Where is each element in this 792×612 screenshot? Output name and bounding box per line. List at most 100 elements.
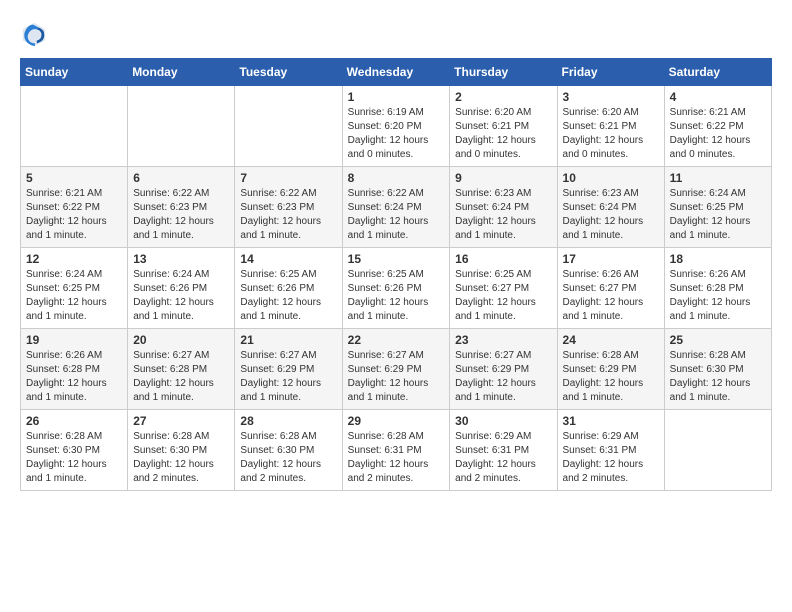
calendar-cell: 20Sunrise: 6:27 AM Sunset: 6:28 PM Dayli…	[128, 329, 235, 410]
calendar-cell: 10 Sunrise: 6:23 AM Sunset: 6:24 PM Dayli…	[557, 167, 664, 248]
day-info: Sunrise: 6:22 AM Sunset: 6:24 PM Dayligh…	[348, 187, 445, 243]
day-info: Sunrise: 6:20 AM Sunset: 6:21 PM Dayligh…	[563, 106, 659, 162]
day-number: 6	[133, 171, 229, 185]
calendar-cell: 17 Sunrise: 6:26 AM Sunset: 6:27 PM Dayli…	[557, 248, 664, 329]
day-number: 12	[26, 252, 122, 266]
calendar-cell	[21, 86, 128, 167]
day-number: 3	[563, 90, 659, 104]
calendar-table: SundayMondayTuesdayWednesdayThursdayFrid…	[20, 58, 772, 491]
calendar-cell: 23Sunrise: 6:27 AM Sunset: 6:29 PM Dayli…	[450, 329, 557, 410]
day-number: 11	[670, 171, 766, 185]
day-info: Sunrise: 6:26 AM Sunset: 6:27 PM Dayligh…	[563, 268, 659, 324]
calendar-cell: 21 Sunrise: 6:27 AM Sunset: 6:29 PM Dayli…	[235, 329, 342, 410]
day-number: 16	[455, 252, 551, 266]
calendar-header-row: SundayMondayTuesdayWednesdayThursdayFrid…	[21, 59, 772, 86]
day-info: Sunrise: 6:28 AM Sunset: 6:30 PM Dayligh…	[670, 349, 766, 405]
day-info: Sunrise: 6:29 AM Sunset: 6:31 PM Dayligh…	[455, 430, 551, 486]
day-info: Sunrise: 6:28 AM Sunset: 6:31 PM Dayligh…	[348, 430, 445, 486]
day-number: 18	[670, 252, 766, 266]
day-number: 28	[240, 414, 336, 428]
calendar-cell: 30 Sunrise: 6:29 AM Sunset: 6:31 PM Dayli…	[450, 410, 557, 491]
weekday-header: Monday	[128, 59, 235, 86]
calendar-cell	[664, 410, 771, 491]
day-info: Sunrise: 6:25 AM Sunset: 6:26 PM Dayligh…	[240, 268, 336, 324]
day-number: 5	[26, 171, 122, 185]
day-info: Sunrise: 6:21 AM Sunset: 6:22 PM Dayligh…	[670, 106, 766, 162]
calendar-cell: 29Sunrise: 6:28 AM Sunset: 6:31 PM Dayli…	[342, 410, 450, 491]
calendar-cell: 3 Sunrise: 6:20 AM Sunset: 6:21 PM Daylig…	[557, 86, 664, 167]
day-number: 2	[455, 90, 551, 104]
calendar-week-row: 12 Sunrise: 6:24 AM Sunset: 6:25 PM Dayli…	[21, 248, 772, 329]
calendar-cell: 26 Sunrise: 6:28 AM Sunset: 6:30 PM Dayli…	[21, 410, 128, 491]
day-info: Sunrise: 6:24 AM Sunset: 6:25 PM Dayligh…	[670, 187, 766, 243]
calendar-cell: 13 Sunrise: 6:24 AM Sunset: 6:26 PM Dayli…	[128, 248, 235, 329]
day-info: Sunrise: 6:28 AM Sunset: 6:30 PM Dayligh…	[133, 430, 229, 486]
day-info: Sunrise: 6:19 AM Sunset: 6:20 PM Dayligh…	[348, 106, 445, 162]
day-info: Sunrise: 6:23 AM Sunset: 6:24 PM Dayligh…	[455, 187, 551, 243]
day-info: Sunrise: 6:26 AM Sunset: 6:28 PM Dayligh…	[26, 349, 122, 405]
day-number: 17	[563, 252, 659, 266]
calendar-cell: 19 Sunrise: 6:26 AM Sunset: 6:28 PM Dayli…	[21, 329, 128, 410]
day-info: Sunrise: 6:25 AM Sunset: 6:27 PM Dayligh…	[455, 268, 551, 324]
day-info: Sunrise: 6:27 AM Sunset: 6:29 PM Dayligh…	[348, 349, 445, 405]
calendar-cell: 1 Sunrise: 6:19 AM Sunset: 6:20 PM Daylig…	[342, 86, 450, 167]
day-number: 21	[240, 333, 336, 347]
weekday-header: Saturday	[664, 59, 771, 86]
day-number: 4	[670, 90, 766, 104]
calendar-cell: 7 Sunrise: 6:22 AM Sunset: 6:23 PM Daylig…	[235, 167, 342, 248]
calendar-week-row: 1 Sunrise: 6:19 AM Sunset: 6:20 PM Daylig…	[21, 86, 772, 167]
calendar-cell: 9 Sunrise: 6:23 AM Sunset: 6:24 PM Daylig…	[450, 167, 557, 248]
day-number: 8	[348, 171, 445, 185]
calendar-cell	[128, 86, 235, 167]
weekday-header: Sunday	[21, 59, 128, 86]
day-info: Sunrise: 6:20 AM Sunset: 6:21 PM Dayligh…	[455, 106, 551, 162]
day-info: Sunrise: 6:22 AM Sunset: 6:23 PM Dayligh…	[133, 187, 229, 243]
calendar-cell: 25Sunrise: 6:28 AM Sunset: 6:30 PM Dayli…	[664, 329, 771, 410]
day-info: Sunrise: 6:28 AM Sunset: 6:30 PM Dayligh…	[26, 430, 122, 486]
day-number: 22	[348, 333, 445, 347]
day-number: 1	[348, 90, 445, 104]
calendar-cell: 28 Sunrise: 6:28 AM Sunset: 6:30 PM Dayli…	[235, 410, 342, 491]
logo-icon	[20, 20, 48, 48]
calendar-cell: 8 Sunrise: 6:22 AM Sunset: 6:24 PM Daylig…	[342, 167, 450, 248]
weekday-header: Friday	[557, 59, 664, 86]
day-info: Sunrise: 6:24 AM Sunset: 6:26 PM Dayligh…	[133, 268, 229, 324]
calendar-week-row: 26 Sunrise: 6:28 AM Sunset: 6:30 PM Dayli…	[21, 410, 772, 491]
day-number: 26	[26, 414, 122, 428]
calendar-cell: 16 Sunrise: 6:25 AM Sunset: 6:27 PM Dayli…	[450, 248, 557, 329]
day-number: 9	[455, 171, 551, 185]
calendar-cell: 4 Sunrise: 6:21 AM Sunset: 6:22 PM Daylig…	[664, 86, 771, 167]
calendar-week-row: 5Sunrise: 6:21 AM Sunset: 6:22 PM Daylig…	[21, 167, 772, 248]
day-number: 20	[133, 333, 229, 347]
day-info: Sunrise: 6:22 AM Sunset: 6:23 PM Dayligh…	[240, 187, 336, 243]
day-number: 15	[348, 252, 445, 266]
calendar-cell: 31 Sunrise: 6:29 AM Sunset: 6:31 PM Dayli…	[557, 410, 664, 491]
calendar-cell: 2 Sunrise: 6:20 AM Sunset: 6:21 PM Daylig…	[450, 86, 557, 167]
day-number: 24	[563, 333, 659, 347]
calendar-cell: 14 Sunrise: 6:25 AM Sunset: 6:26 PM Dayli…	[235, 248, 342, 329]
day-info: Sunrise: 6:27 AM Sunset: 6:29 PM Dayligh…	[240, 349, 336, 405]
day-number: 7	[240, 171, 336, 185]
calendar-cell: 5Sunrise: 6:21 AM Sunset: 6:22 PM Daylig…	[21, 167, 128, 248]
day-info: Sunrise: 6:24 AM Sunset: 6:25 PM Dayligh…	[26, 268, 122, 324]
day-number: 13	[133, 252, 229, 266]
calendar-cell: 15 Sunrise: 6:25 AM Sunset: 6:26 PM Dayli…	[342, 248, 450, 329]
day-info: Sunrise: 6:28 AM Sunset: 6:30 PM Dayligh…	[240, 430, 336, 486]
calendar-cell: 27Sunrise: 6:28 AM Sunset: 6:30 PM Dayli…	[128, 410, 235, 491]
day-info: Sunrise: 6:25 AM Sunset: 6:26 PM Dayligh…	[348, 268, 445, 324]
day-number: 10	[563, 171, 659, 185]
calendar-cell: 6 Sunrise: 6:22 AM Sunset: 6:23 PM Daylig…	[128, 167, 235, 248]
day-info: Sunrise: 6:29 AM Sunset: 6:31 PM Dayligh…	[563, 430, 659, 486]
day-number: 19	[26, 333, 122, 347]
calendar-cell: 24Sunrise: 6:28 AM Sunset: 6:29 PM Dayli…	[557, 329, 664, 410]
day-info: Sunrise: 6:23 AM Sunset: 6:24 PM Dayligh…	[563, 187, 659, 243]
calendar-cell: 11 Sunrise: 6:24 AM Sunset: 6:25 PM Dayli…	[664, 167, 771, 248]
calendar-week-row: 19 Sunrise: 6:26 AM Sunset: 6:28 PM Dayli…	[21, 329, 772, 410]
day-number: 30	[455, 414, 551, 428]
logo	[20, 20, 52, 48]
day-info: Sunrise: 6:27 AM Sunset: 6:29 PM Dayligh…	[455, 349, 551, 405]
day-number: 14	[240, 252, 336, 266]
day-number: 31	[563, 414, 659, 428]
calendar-cell: 18 Sunrise: 6:26 AM Sunset: 6:28 PM Dayli…	[664, 248, 771, 329]
day-info: Sunrise: 6:26 AM Sunset: 6:28 PM Dayligh…	[670, 268, 766, 324]
